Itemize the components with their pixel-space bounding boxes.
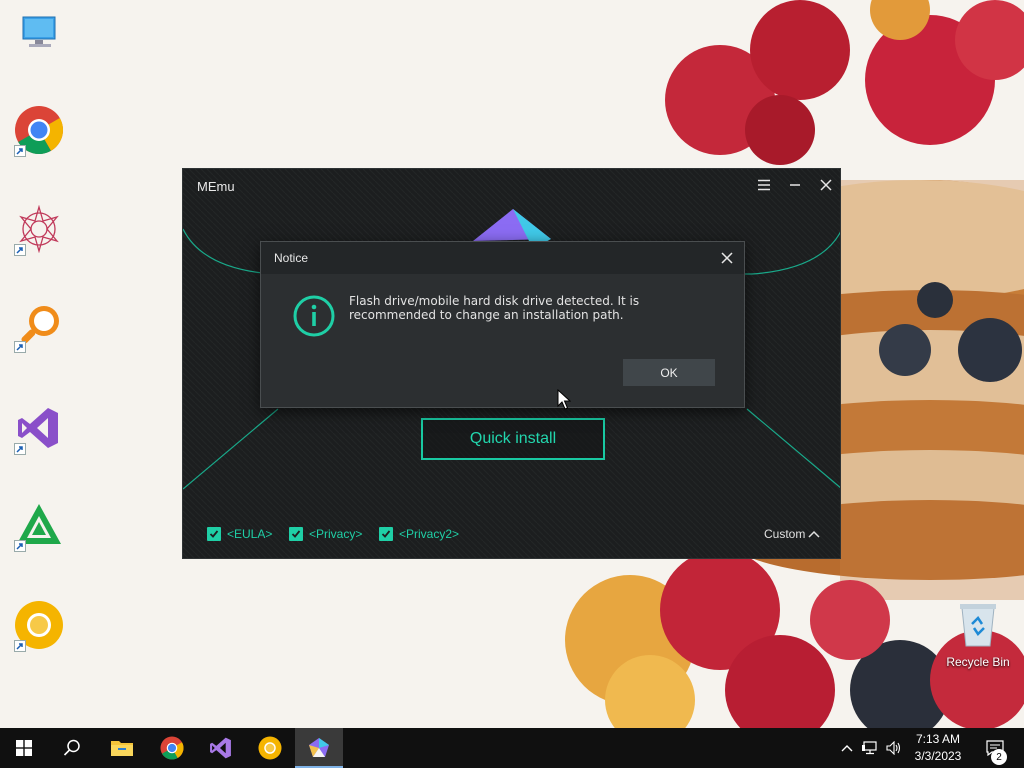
windows-logo-icon xyxy=(16,740,32,756)
chevron-up-icon xyxy=(808,530,820,538)
this-pc-icon xyxy=(22,16,56,47)
show-hidden-icons-button[interactable] xyxy=(838,728,856,768)
taskbar: 7:13 AM 3/3/2023 xyxy=(0,728,1024,768)
privacy-checkbox[interactable] xyxy=(289,527,303,541)
quick-install-button[interactable]: Quick install xyxy=(421,418,605,460)
taskbar-visual-studio[interactable] xyxy=(197,728,245,768)
dialog-close-button[interactable] xyxy=(718,249,736,267)
desktop-icon-google-chrome[interactable] xyxy=(8,99,70,161)
privacy-link[interactable]: <Privacy> xyxy=(309,527,362,541)
desktop-icon-mandala[interactable] xyxy=(8,198,70,260)
minimize-button[interactable] xyxy=(784,175,806,195)
checkmark-icon xyxy=(209,530,219,538)
menu-button[interactable] xyxy=(753,175,775,195)
desktop-icon-recycle-bin[interactable]: Recycle Bin xyxy=(940,600,1016,669)
clock-date: 3/3/2023 xyxy=(914,749,962,763)
desktop-icon-triangle-app[interactable] xyxy=(8,494,70,556)
network-tray-icon[interactable] xyxy=(860,728,882,768)
taskbar-google-chrome[interactable] xyxy=(148,728,196,768)
recycle-bin-icon xyxy=(960,604,996,647)
desktop-icon-this-pc[interactable] xyxy=(8,2,70,64)
desktop-icon-search-tool[interactable] xyxy=(8,295,70,357)
close-icon xyxy=(820,179,832,191)
network-icon xyxy=(862,741,877,755)
folder-icon xyxy=(111,741,133,756)
shortcut-arrow-icon xyxy=(14,244,26,256)
privacy2-checkbox[interactable] xyxy=(379,527,393,541)
dialog-message: Flash drive/mobile hard disk drive detec… xyxy=(349,294,640,322)
ok-button[interactable]: OK xyxy=(623,359,715,386)
window-title: MEmu xyxy=(197,179,235,194)
custom-label: Custom xyxy=(764,527,806,541)
close-icon xyxy=(721,252,733,264)
info-icon xyxy=(293,295,335,337)
eula-agreement: <EULA> xyxy=(207,527,272,541)
memu-icon xyxy=(309,738,329,757)
eula-checkbox[interactable] xyxy=(207,527,221,541)
checkmark-icon xyxy=(291,530,301,538)
shortcut-arrow-icon xyxy=(14,341,26,353)
shortcut-arrow-icon xyxy=(14,640,26,652)
chrome-canary-icon xyxy=(258,736,282,760)
shortcut-arrow-icon xyxy=(14,443,26,455)
mouse-cursor-icon xyxy=(557,389,571,410)
chrome-icon xyxy=(160,736,184,760)
taskbar-memu[interactable] xyxy=(295,728,343,768)
shortcut-arrow-icon xyxy=(14,145,26,157)
privacy2-link[interactable]: <Privacy2> xyxy=(399,527,459,541)
taskbar-chrome-canary[interactable] xyxy=(246,728,294,768)
notice-dialog: Notice Flash drive/mobile hard disk driv… xyxy=(260,241,745,408)
desktop-icon-chrome-canary[interactable] xyxy=(8,594,70,656)
taskbar-file-explorer[interactable] xyxy=(98,728,146,768)
taskbar-search-button[interactable] xyxy=(48,728,96,768)
privacy-agreement: <Privacy> xyxy=(289,527,362,541)
start-button[interactable] xyxy=(0,728,48,768)
notification-count-badge: 2 xyxy=(991,749,1007,765)
privacy2-agreement: <Privacy2> xyxy=(379,527,459,541)
search-icon xyxy=(63,739,80,756)
eula-link[interactable]: <EULA> xyxy=(227,527,272,541)
close-button[interactable] xyxy=(815,175,837,195)
shortcut-arrow-icon xyxy=(14,540,26,552)
chevron-up-icon xyxy=(841,745,853,752)
dialog-title: Notice xyxy=(274,251,309,265)
visual-studio-icon xyxy=(210,737,231,759)
minimize-icon xyxy=(790,184,800,186)
desktop-icon-visual-studio[interactable] xyxy=(8,397,70,459)
clock-time: 7:13 AM xyxy=(915,732,961,746)
dialog-header: Notice xyxy=(261,242,744,274)
custom-install-toggle[interactable]: Custom xyxy=(764,527,820,541)
checkmark-icon xyxy=(381,530,391,538)
hamburger-menu-icon xyxy=(758,179,770,191)
recycle-bin-label: Recycle Bin xyxy=(946,655,1010,669)
taskbar-clock[interactable]: 7:13 AM 3/3/2023 xyxy=(900,731,976,765)
